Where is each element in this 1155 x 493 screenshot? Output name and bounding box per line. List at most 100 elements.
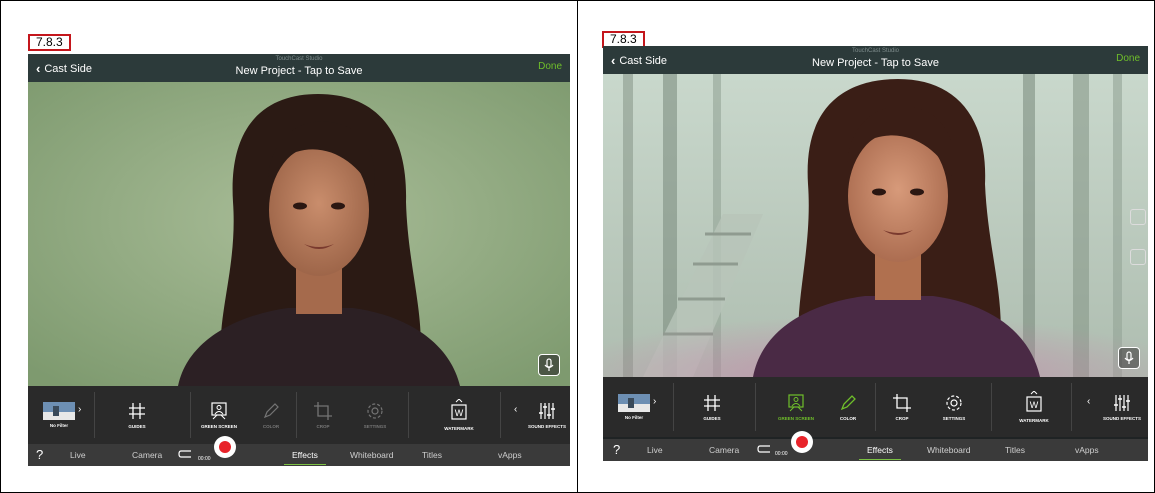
- live-tab[interactable]: Live: [647, 445, 663, 455]
- divider: [408, 392, 409, 438]
- mic-icon[interactable]: [1118, 347, 1140, 369]
- guides-label: GUIDES: [703, 416, 721, 421]
- tab-effects[interactable]: Effects: [284, 450, 326, 465]
- camera-tab[interactable]: Camera: [709, 445, 739, 455]
- crop-label: CROP: [316, 424, 330, 429]
- svg-text:W: W: [1030, 400, 1039, 410]
- camera-preview[interactable]: [603, 74, 1148, 377]
- filter-button[interactable]: No Filter: [609, 377, 659, 437]
- record-timer: 00:00: [775, 451, 788, 457]
- settings-button[interactable]: SETTINGS: [352, 386, 398, 444]
- help-button[interactable]: ?: [36, 447, 43, 462]
- divider: [500, 392, 501, 438]
- green-screen-button[interactable]: GREEN SCREEN: [196, 386, 242, 444]
- record-button[interactable]: [214, 436, 236, 458]
- right-panel: 7.8.3 ‹ Cast Side TouchCast Studio New P…: [577, 0, 1155, 493]
- divider: [875, 383, 876, 431]
- guides-button[interactable]: GUIDES: [689, 377, 735, 437]
- crop-icon: [314, 402, 332, 420]
- version-label: 7.8.3: [28, 34, 71, 51]
- green-screen-icon: [211, 402, 227, 420]
- presenter-video: [603, 74, 1148, 377]
- divider: [296, 392, 297, 438]
- picture-in-picture-icon[interactable]: [1130, 209, 1146, 225]
- sound-effects-button[interactable]: SOUND EFFECTS: [524, 386, 570, 444]
- top-nav-bar: ‹ Cast Side TouchCast Studio New Project…: [603, 46, 1148, 74]
- watermark-button[interactable]: W WATERMARK: [1011, 377, 1057, 437]
- divider: [190, 392, 191, 438]
- project-title[interactable]: New Project - Tap to Save: [603, 57, 1148, 69]
- green-screen-button[interactable]: GREEN SCREEN: [773, 377, 819, 437]
- top-nav-bar: ‹ Cast Side TouchCast Studio New Project…: [28, 54, 570, 82]
- gear-icon: [946, 395, 962, 411]
- filter-button[interactable]: No Filter: [34, 386, 84, 444]
- done-button[interactable]: Done: [538, 61, 562, 72]
- camera-preview[interactable]: [28, 82, 570, 386]
- crop-label: CROP: [895, 416, 909, 421]
- effects-toolbar: No Filter › GUIDES GREEN SCREEN COLOR CR…: [603, 377, 1148, 437]
- sliders-icon: [1114, 395, 1130, 411]
- record-button[interactable]: [791, 431, 813, 453]
- grid-icon: [704, 395, 720, 411]
- project-title[interactable]: New Project - Tap to Save: [28, 65, 570, 77]
- divider: [94, 392, 95, 438]
- chevron-right-icon: ›: [653, 396, 657, 407]
- help-button[interactable]: ?: [613, 442, 620, 457]
- watermark-button[interactable]: W WATERMARK: [436, 386, 482, 444]
- undo-icon[interactable]: [178, 449, 192, 459]
- guides-button[interactable]: GUIDES: [114, 386, 160, 444]
- effects-toolbar: No Filter › GUIDES GREEN SCREEN COLOR CR…: [28, 386, 570, 444]
- settings-label: SETTINGS: [942, 416, 966, 421]
- gear-icon: [367, 403, 383, 419]
- record-timer: 00:00: [198, 456, 211, 462]
- tab-vapps[interactable]: vApps: [1075, 445, 1099, 455]
- filter-thumbnail: [43, 402, 75, 420]
- sliders-icon: [539, 403, 555, 419]
- app-brand: TouchCast Studio: [851, 48, 900, 54]
- crop-button[interactable]: CROP: [879, 377, 925, 437]
- live-tab[interactable]: Live: [70, 450, 86, 460]
- undo-icon[interactable]: [757, 444, 771, 454]
- settings-label: SETTINGS: [363, 424, 387, 429]
- done-button[interactable]: Done: [1116, 53, 1140, 64]
- tab-effects[interactable]: Effects: [859, 445, 901, 460]
- sound-effects-label: SOUND EFFECTS: [1102, 416, 1141, 421]
- divider: [991, 383, 992, 431]
- divider: [1071, 383, 1072, 431]
- tab-vapps[interactable]: vApps: [498, 450, 522, 460]
- camera-tab[interactable]: Camera: [132, 450, 162, 460]
- presenter-video: [28, 82, 570, 386]
- ipad-screen: ‹ Cast Side TouchCast Studio New Project…: [28, 54, 570, 466]
- watermark-icon: W: [451, 399, 467, 420]
- mic-icon[interactable]: [538, 354, 560, 376]
- tab-titles[interactable]: Titles: [1005, 445, 1025, 455]
- chevron-right-icon: ›: [78, 404, 82, 415]
- color-label: COLOR: [262, 424, 280, 429]
- color-button[interactable]: COLOR: [248, 386, 294, 444]
- tab-whiteboard[interactable]: Whiteboard: [350, 450, 393, 460]
- chevron-left-icon: ‹: [514, 404, 518, 415]
- sound-effects-label: SOUND EFFECTS: [527, 424, 566, 429]
- bottom-bar: ? Live Camera 00:00 Effects Whiteboard T…: [603, 431, 1148, 461]
- guides-label: GUIDES: [128, 424, 146, 429]
- color-button[interactable]: COLOR: [825, 377, 871, 437]
- layout-icon[interactable]: [1130, 249, 1146, 265]
- ipad-screen: ‹ Cast Side TouchCast Studio New Project…: [603, 46, 1148, 461]
- tab-whiteboard[interactable]: Whiteboard: [927, 445, 970, 455]
- divider: [755, 383, 756, 431]
- tab-titles[interactable]: Titles: [422, 450, 442, 460]
- pencil-icon: [263, 403, 279, 419]
- divider: [673, 383, 674, 431]
- color-label: COLOR: [839, 416, 857, 421]
- crop-button[interactable]: CROP: [300, 386, 346, 444]
- filter-label: No Filter: [624, 415, 644, 420]
- settings-button[interactable]: SETTINGS: [931, 377, 977, 437]
- filter-label: No Filter: [49, 423, 69, 428]
- sound-effects-button[interactable]: SOUND EFFECTS: [1097, 377, 1147, 437]
- crop-icon: [893, 394, 911, 412]
- green-screen-icon: [788, 394, 804, 412]
- chevron-left-icon: ‹: [1087, 396, 1091, 407]
- pencil-icon: [840, 395, 856, 411]
- green-screen-label: GREEN SCREEN: [777, 416, 814, 421]
- left-panel: 7.8.3 ‹ Cast Side TouchCast Studio New P…: [0, 0, 578, 493]
